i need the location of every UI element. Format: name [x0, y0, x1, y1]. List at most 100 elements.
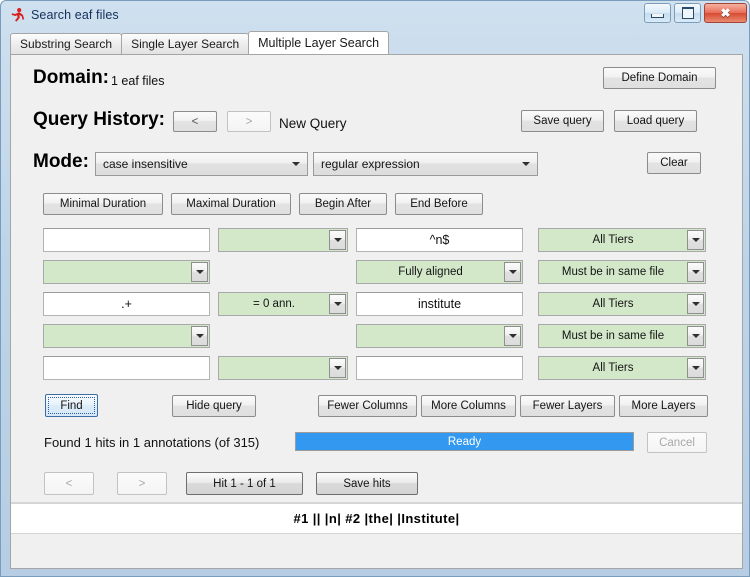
progress-bar: Ready: [295, 432, 634, 451]
prev-icon: <: [192, 116, 199, 128]
fewer-layers-button[interactable]: Fewer Layers: [520, 395, 615, 417]
query-row-4-col1-combo[interactable]: [43, 324, 210, 348]
chevron-down-icon: [687, 230, 704, 250]
fewer-columns-button[interactable]: Fewer Columns: [318, 395, 417, 417]
application-window: Search eaf files ✖ Substring Search Sing…: [0, 0, 750, 577]
chevron-down-icon: [191, 262, 208, 282]
query-history-status: New Query: [279, 116, 347, 131]
clear-button[interactable]: Clear: [647, 152, 701, 174]
chevron-down-icon: [329, 358, 346, 378]
maximal-duration-button[interactable]: Maximal Duration: [171, 193, 291, 215]
input-value: institute: [418, 297, 461, 311]
chevron-down-icon: [191, 326, 208, 346]
more-layers-button[interactable]: More Layers: [619, 395, 708, 417]
query-row-3-col2-combo[interactable]: = 0 ann.: [218, 292, 348, 316]
combo-value: Must be in same file: [539, 330, 687, 342]
close-icon: ✖: [720, 7, 730, 19]
chevron-down-icon: [687, 294, 704, 314]
chevron-down-icon: [687, 262, 704, 282]
mode-expression-value: regular expression: [314, 157, 516, 171]
save-hits-button[interactable]: Save hits: [316, 472, 418, 495]
query-row-1-col2-combo[interactable]: [218, 228, 348, 252]
query-row-1-col1-input[interactable]: [43, 228, 210, 252]
cancel-button[interactable]: Cancel: [647, 432, 707, 453]
define-domain-label: Define Domain: [621, 72, 697, 84]
query-row-5-col2-combo[interactable]: [218, 356, 348, 380]
chevron-down-icon: [504, 262, 521, 282]
next-icon: >: [246, 116, 253, 128]
end-before-button[interactable]: End Before: [395, 193, 483, 215]
maximize-icon: [682, 7, 694, 19]
combo-value: Must be in same file: [539, 266, 687, 278]
query-row-1-col4-combo[interactable]: All Tiers: [538, 228, 706, 252]
fewer-layers-label: Fewer Layers: [533, 400, 603, 412]
multiple-layer-search-panel: Domain: 1 eaf files Define Domain Query …: [10, 54, 743, 569]
hit-counter-label: Hit 1 - 1 of 1: [213, 478, 276, 490]
load-query-label: Load query: [627, 115, 685, 127]
query-row-3-col1-input[interactable]: .+: [43, 292, 210, 316]
combo-value: All Tiers: [539, 298, 687, 310]
found-status-text: Found 1 hits in 1 annotations (of 315): [44, 435, 259, 450]
tab-strip: Substring Search Single Layer Search Mul…: [10, 32, 743, 54]
next-icon: >: [139, 478, 146, 490]
maximize-button[interactable]: [674, 3, 701, 23]
minimal-duration-button[interactable]: Minimal Duration: [43, 193, 163, 215]
hit-counter-button[interactable]: Hit 1 - 1 of 1: [186, 472, 303, 495]
domain-label: Domain:: [33, 67, 109, 89]
combo-value: Fully aligned: [357, 266, 504, 278]
window-title: Search eaf files: [31, 8, 119, 22]
mode-expression-combo[interactable]: regular expression: [313, 152, 538, 176]
hit-prev-button[interactable]: <: [44, 472, 94, 495]
tab-single-layer-search[interactable]: Single Layer Search: [121, 33, 249, 54]
load-query-button[interactable]: Load query: [614, 110, 697, 132]
cancel-label: Cancel: [659, 437, 695, 449]
query-row-3-col4-combo[interactable]: All Tiers: [538, 292, 706, 316]
close-button[interactable]: ✖: [704, 3, 747, 23]
title-bar: Search eaf files ✖: [1, 1, 750, 29]
save-query-label: Save query: [533, 115, 591, 127]
more-columns-label: More Columns: [431, 400, 506, 412]
query-row-4-col4-combo[interactable]: Must be in same file: [538, 324, 706, 348]
chevron-down-icon: [329, 294, 346, 314]
save-query-button[interactable]: Save query: [521, 110, 604, 132]
query-row-4-col3-combo[interactable]: [356, 324, 523, 348]
query-history-next-button[interactable]: >: [227, 111, 271, 132]
chevron-down-icon: [516, 154, 536, 174]
query-row-2-col1-combo[interactable]: [43, 260, 210, 284]
query-row-5-col4-combo[interactable]: All Tiers: [538, 356, 706, 380]
hide-query-label: Hide query: [186, 400, 242, 412]
minimal-duration-label: Minimal Duration: [60, 198, 146, 210]
results-line: #1 || |n| #2 |the| |Institute|: [11, 503, 742, 534]
mode-case-value: case insensitive: [96, 157, 286, 171]
query-row-3-col3-input[interactable]: institute: [356, 292, 523, 316]
hide-query-button[interactable]: Hide query: [172, 395, 256, 417]
find-button[interactable]: Find: [45, 394, 98, 417]
query-row-2-col4-combo[interactable]: Must be in same file: [538, 260, 706, 284]
progress-label: Ready: [296, 433, 633, 450]
query-row-5-col3-input[interactable]: [356, 356, 523, 380]
tab-multiple-layer-search[interactable]: Multiple Layer Search: [248, 31, 389, 54]
tab-label: Single Layer Search: [131, 37, 239, 51]
find-label: Find: [60, 400, 82, 412]
query-row-1-col3-input[interactable]: ^n$: [356, 228, 523, 252]
query-history-prev-button[interactable]: <: [173, 111, 217, 132]
chevron-down-icon: [687, 326, 704, 346]
more-columns-button[interactable]: More Columns: [421, 395, 516, 417]
mode-case-combo[interactable]: case insensitive: [95, 152, 308, 176]
save-hits-label: Save hits: [343, 478, 390, 490]
tab-substring-search[interactable]: Substring Search: [10, 33, 122, 54]
chevron-down-icon: [286, 154, 306, 174]
results-text: #1 || |n| #2 |the| |Institute|: [293, 511, 459, 526]
combo-value: All Tiers: [539, 234, 687, 246]
chevron-down-icon: [329, 230, 346, 250]
define-domain-button[interactable]: Define Domain: [603, 67, 716, 89]
query-history-label: Query History:: [33, 109, 165, 131]
input-value: ^n$: [430, 233, 450, 247]
query-row-2-col3-combo[interactable]: Fully aligned: [356, 260, 523, 284]
begin-after-button[interactable]: Begin After: [299, 193, 387, 215]
prev-icon: <: [66, 478, 73, 490]
hit-next-button[interactable]: >: [117, 472, 167, 495]
query-row-5-col1-input[interactable]: [43, 356, 210, 380]
minimize-button[interactable]: [644, 3, 671, 23]
more-layers-label: More Layers: [632, 400, 696, 412]
